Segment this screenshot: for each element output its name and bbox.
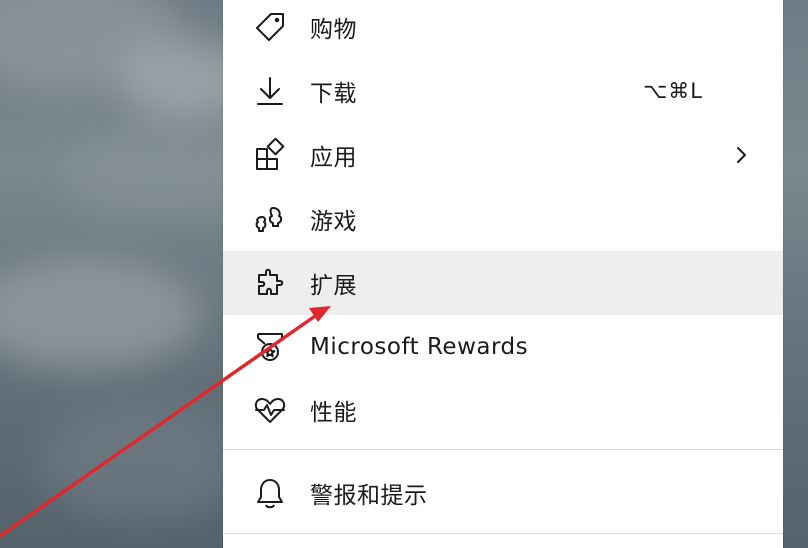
menu-item-downloads[interactable]: 下载 ⌥⌘L [223,59,783,123]
menu-item-label: 游戏 [310,209,357,235]
apps-icon [253,138,287,172]
browser-settings-menu: 购物 下载 ⌥⌘L 应用 游戏 扩展 Microsoft Rewards 性能 … [223,0,783,548]
menu-item-extensions[interactable]: 扩展 [223,251,783,315]
medal-icon [253,330,287,364]
tag-icon [253,10,287,44]
screenshot-stage: 购物 下载 ⌥⌘L 应用 游戏 扩展 Microsoft Rewards 性能 … [0,0,808,548]
menu-item-microsoft-rewards[interactable]: Microsoft Rewards [223,315,783,379]
menu-item-performance[interactable]: 性能 [223,378,783,442]
menu-item-alerts-and-tips[interactable]: 警报和提示 [223,461,783,525]
background-cloud [0,260,200,370]
menu-item-label: 扩展 [310,273,357,299]
heartbeat-icon [253,393,287,427]
menu-item-label: 性能 [310,400,357,426]
background-cloud [40,400,240,520]
game-icon [253,202,287,236]
menu-item-label: 应用 [310,145,357,171]
menu-item-label: 警报和提示 [310,483,428,509]
download-icon [253,74,287,108]
keyboard-shortcut: ⌥⌘L [643,79,703,103]
menu-item-label: 购物 [310,17,357,43]
menu-item-label: Microsoft Rewards [310,334,529,360]
menu-item-label: 下载 [310,81,357,107]
menu-divider [223,533,783,534]
puzzle-icon [253,266,287,300]
chevron-right-icon [731,145,751,165]
menu-divider [223,449,783,450]
bell-icon [253,476,287,510]
menu-item-games[interactable]: 游戏 [223,187,783,251]
menu-item-shopping[interactable]: 购物 [223,0,783,59]
menu-item-apps[interactable]: 应用 [223,123,783,187]
